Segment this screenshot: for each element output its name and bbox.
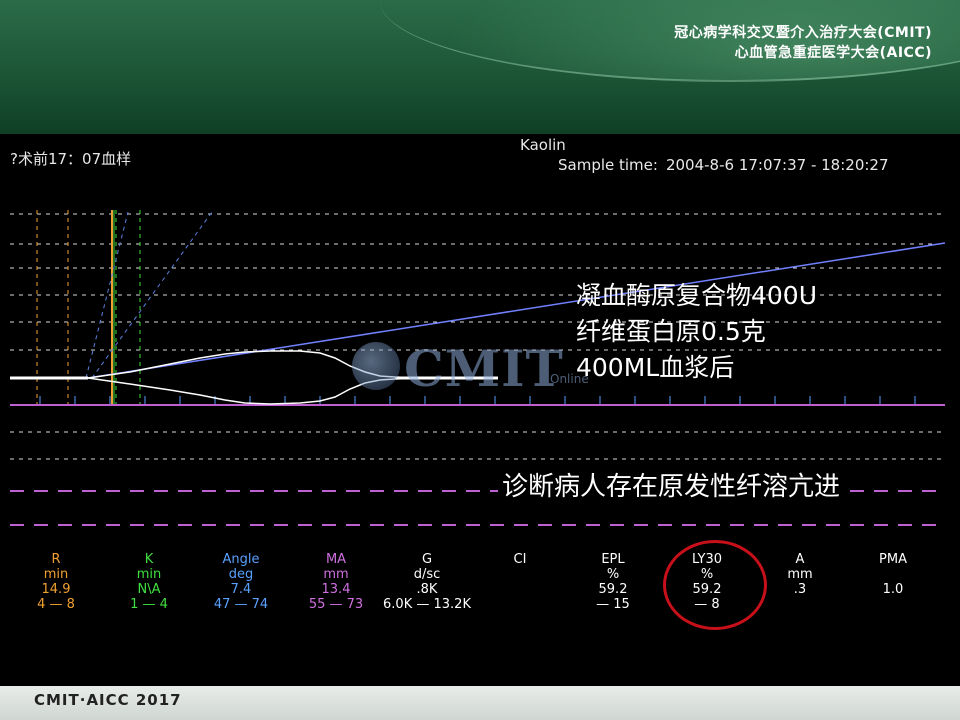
param-unit: deg [228,567,254,582]
param-name: PMA [879,552,907,567]
param-range: 1 — 4 [130,597,168,612]
param-ci: CI [470,552,570,567]
param-unit: min [136,567,162,582]
slide-header: 冠心病学科交叉暨介入治疗大会(CMIT) 心血管急重症医学大会(AICC) [0,0,960,134]
param-unit: % [606,567,620,582]
param-range: 47 — 74 [213,597,269,612]
treatment-annotation: 凝血酶原复合物400U 纤维蛋白原0.5克 400ML血浆后 [576,278,817,386]
param-value: 1.0 [882,582,904,597]
param-g: G d/sc .8K 6.0K — 13.2K [377,552,477,612]
param-k: K min N\A 1 — 4 [99,552,199,612]
param-name: MA [325,552,347,567]
annotation-line2: 纤维蛋白原0.5克 [576,317,766,346]
teg-panel: Kaolin ?术前17：07血样 Sample time: 2004-8-6 1… [0,134,960,686]
diagnosis-annotation: 诊断病人存在原发性纤溶亢进 [498,466,845,503]
ly30-highlight-circle [663,540,767,630]
param-name: Angle [222,552,260,567]
param-name: G [421,552,433,567]
marker-lines [36,210,141,404]
param-name: K [144,552,154,567]
param-unit [843,567,943,582]
param-value: 59.2 [598,582,628,597]
param-value: 7.4 [230,582,252,597]
param-range: 6.0K — 13.2K [383,597,471,612]
param-unit: d/sc [413,567,441,582]
slide-footer: CMIT·AICC 2017 [0,686,960,720]
watermark: CMIT [352,339,564,398]
param-value: 13.4 [321,582,351,597]
param-angle: Angle deg 7.4 47 — 74 [191,552,291,612]
param-r: R min 14.9 4 — 8 [6,552,106,612]
param-name: R [51,552,61,567]
param-name: EPL [601,552,625,567]
param-unit: min [43,567,69,582]
param-unit: mm [323,567,349,582]
param-range: 55 — 73 [308,597,364,612]
param-range: — 15 [596,597,630,612]
footer-logo: CMIT·AICC 2017 [34,691,182,709]
annotation-line1: 凝血酶原复合物400U [576,281,818,310]
param-value: 14.9 [41,582,71,597]
param-value: N\A [137,582,161,597]
conference-title-cmit: 冠心病学科交叉暨介入治疗大会(CMIT) [674,25,932,41]
conference-title-aicc: 心血管急重症医学大会(AICC) [734,45,932,61]
param-pma: PMA 1.0 [843,552,943,597]
param-epl: EPL % 59.2 — 15 [563,552,663,612]
param-value: .8K [416,582,438,597]
annotation-line3: 400ML血浆后 [576,353,735,382]
param-range: 4 — 8 [37,597,75,612]
param-name: CI [513,552,527,567]
param-ma: MA mm 13.4 55 — 73 [286,552,386,612]
param-name: A [795,552,805,567]
watermark-text: CMIT [404,339,564,398]
